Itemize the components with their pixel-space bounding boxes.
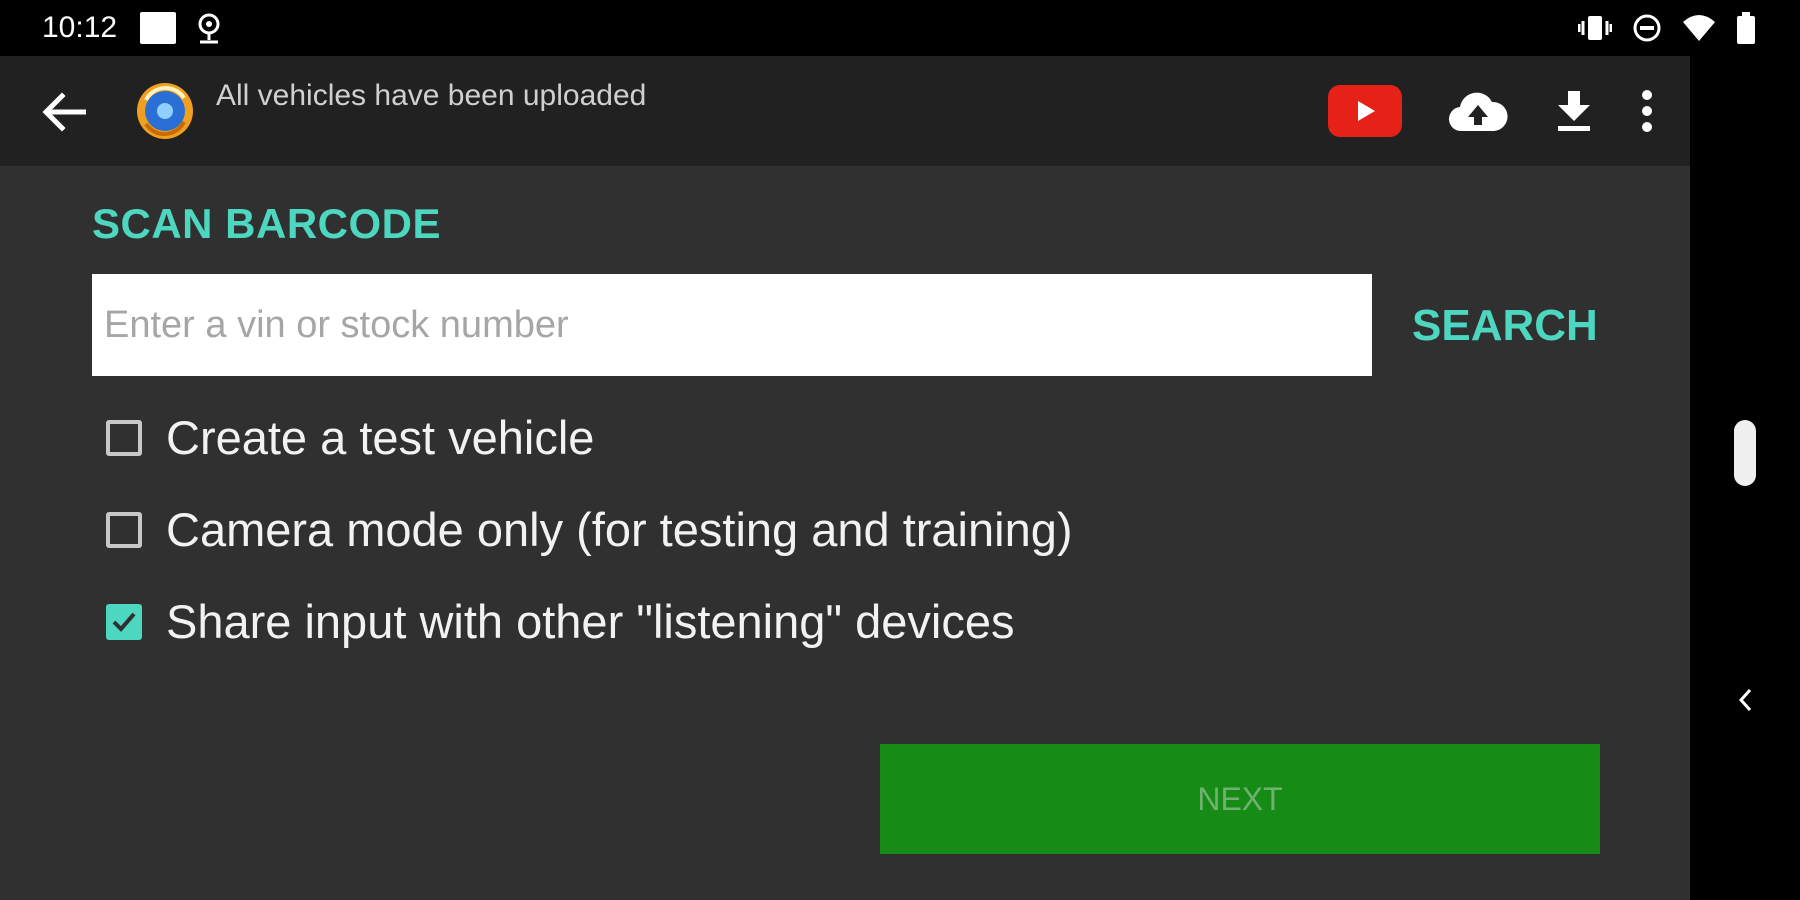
status-time: 10:12 bbox=[42, 11, 118, 44]
collapse-panel-button[interactable] bbox=[1730, 682, 1760, 718]
camera-mode-option[interactable]: Camera mode only (for testing and traini… bbox=[106, 500, 1073, 560]
checkmark-icon bbox=[112, 612, 136, 632]
overflow-menu-button[interactable] bbox=[1640, 89, 1654, 133]
notification-square-icon bbox=[140, 12, 176, 44]
upload-status-text: All vehicles have been uploaded bbox=[216, 79, 647, 112]
vibrate-icon bbox=[1578, 13, 1612, 43]
search-button[interactable]: SEARCH bbox=[1412, 296, 1598, 356]
test-vehicle-option[interactable]: Create a test vehicle bbox=[106, 408, 594, 468]
scroll-handle[interactable] bbox=[1734, 420, 1756, 486]
camera-mode-checkbox[interactable] bbox=[106, 512, 142, 548]
arrow-left-icon bbox=[42, 92, 86, 132]
share-input-label: Share input with other "listening" devic… bbox=[166, 595, 1015, 648]
app-logo bbox=[132, 78, 198, 144]
scan-barcode-heading[interactable]: SCAN BARCODE bbox=[92, 200, 441, 248]
test-vehicle-label: Create a test vehicle bbox=[166, 411, 595, 464]
youtube-icon bbox=[1358, 101, 1375, 121]
upload-button[interactable] bbox=[1448, 89, 1508, 133]
share-input-option[interactable]: Share input with other "listening" devic… bbox=[106, 592, 1015, 652]
status-bar: 10:12 bbox=[0, 0, 1800, 56]
do-not-disturb-icon bbox=[1632, 13, 1662, 43]
wifi-icon bbox=[1682, 14, 1716, 42]
share-input-checkbox[interactable] bbox=[106, 604, 142, 640]
cloud-upload-icon bbox=[1448, 92, 1508, 132]
side-rail bbox=[1690, 56, 1800, 900]
next-button[interactable]: NEXT bbox=[880, 744, 1600, 854]
battery-icon bbox=[1736, 12, 1756, 44]
test-vehicle-checkbox[interactable] bbox=[106, 420, 142, 456]
download-icon bbox=[1558, 91, 1590, 131]
location-pin-icon bbox=[194, 12, 224, 46]
back-button[interactable] bbox=[36, 86, 92, 138]
youtube-button[interactable] bbox=[1328, 85, 1402, 137]
chevron-left-icon bbox=[1738, 688, 1752, 712]
vin-search-input[interactable] bbox=[92, 274, 1372, 376]
app-content: All vehicles have been uploaded SCAN BAR… bbox=[0, 56, 1690, 900]
toolbar: All vehicles have been uploaded bbox=[0, 56, 1690, 166]
more-vert-icon bbox=[1642, 90, 1652, 132]
download-button[interactable] bbox=[1554, 89, 1594, 133]
camera-mode-label: Camera mode only (for testing and traini… bbox=[166, 503, 1073, 556]
status-icons bbox=[1578, 10, 1756, 46]
toolbar-actions bbox=[1328, 82, 1654, 140]
